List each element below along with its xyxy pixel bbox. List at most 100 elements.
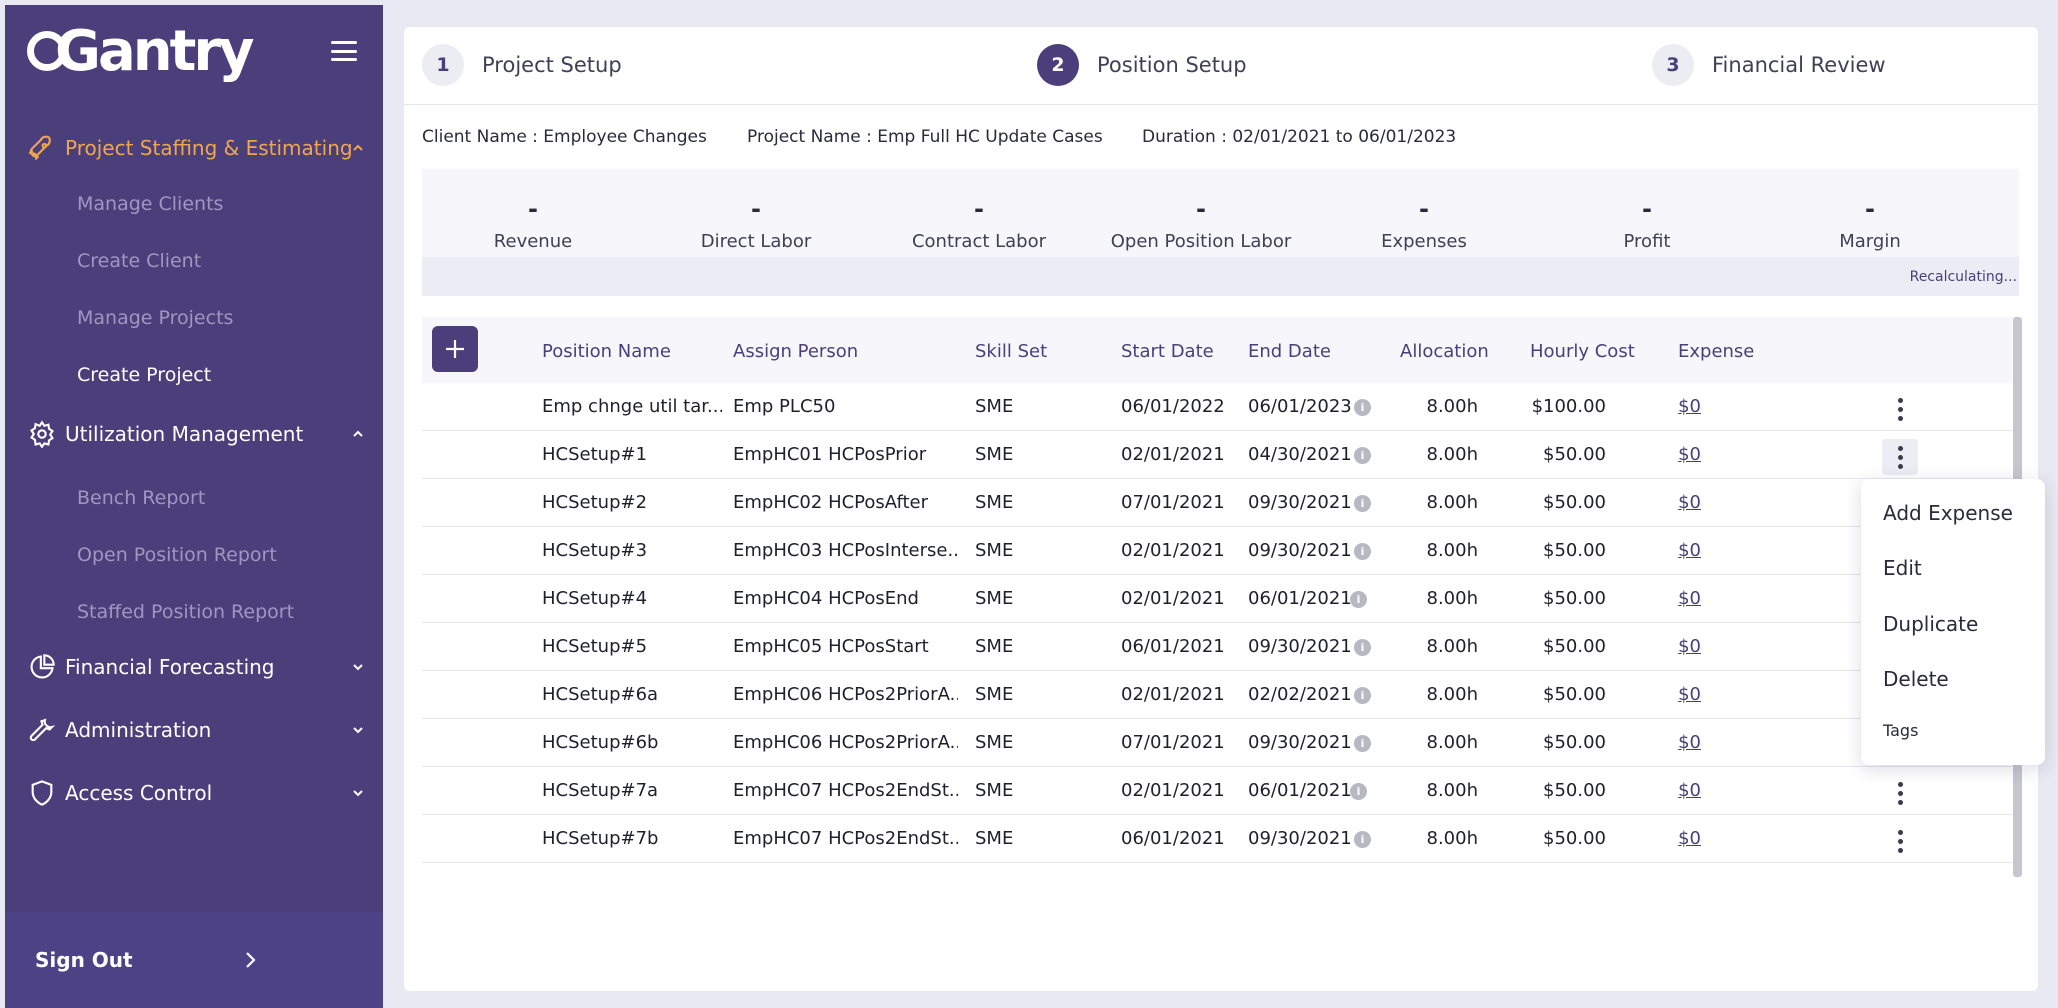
info-icon[interactable]: i	[1354, 543, 1371, 560]
info-icon[interactable]: i	[1354, 399, 1371, 416]
info-icon[interactable]: i	[1350, 783, 1367, 800]
cell-person: EmpHC02 HCPosAfter	[733, 492, 928, 513]
table-row[interactable]: HCSetup#7b EmpHC07 HCPos2EndSt... SME 06/01…	[422, 815, 2012, 863]
nav-section-financial-forecasting[interactable]: Financial Forecasting	[5, 642, 383, 692]
info-icon[interactable]: i	[1354, 495, 1371, 512]
cell-position: HCSetup#4	[542, 588, 648, 609]
row-actions-icon[interactable]	[1882, 391, 1918, 427]
nav-section-utilization[interactable]: Utilization Management	[5, 409, 383, 459]
cell-allocation: 8.00h	[1426, 732, 1479, 753]
sidebar-item-manage-clients[interactable]: Manage Clients	[77, 193, 223, 215]
cell-end: 06/01/2021	[1248, 780, 1352, 801]
menu-item-tags[interactable]: Tags	[1883, 721, 1918, 740]
column-header[interactable]: Expense	[1678, 341, 1754, 362]
sidebar-item-staffed-position-report[interactable]: Staffed Position Report	[77, 601, 294, 623]
menu-item-add-expense[interactable]: Add Expense	[1883, 501, 2013, 525]
financial-summary: - Revenue - Direct Labor - Contract Labo…	[422, 169, 2019, 296]
cell-person: EmpHC04 HCPosEnd	[733, 588, 919, 609]
expense-link[interactable]: $0	[1632, 636, 1701, 657]
metric-revenue: - Revenue	[422, 197, 644, 252]
column-header[interactable]: Start Date	[1121, 341, 1214, 362]
info-icon[interactable]: i	[1354, 447, 1371, 464]
chevron-down-icon	[353, 790, 363, 797]
column-header[interactable]: Position Name	[542, 341, 671, 362]
table-row[interactable]: HCSetup#1 EmpHC01 HCPosPrior SME 02/01/2021…	[422, 431, 2012, 479]
metric-label: Direct Labor	[700, 231, 812, 252]
cell-start: 02/01/2021	[1121, 684, 1225, 705]
table-row[interactable]: HCSetup#2 EmpHC02 HCPosAfter SME 07/01/2021…	[422, 479, 2012, 527]
info-icon[interactable]: i	[1354, 831, 1371, 848]
cell-position: HCSetup#2	[542, 492, 648, 513]
expense-link[interactable]: $0	[1632, 780, 1701, 801]
nav-section-project-staffing[interactable]: Project Staffing & Estimating	[5, 123, 383, 173]
expense-link[interactable]: $0	[1632, 444, 1701, 465]
step-number: 1	[422, 44, 464, 86]
cell-end: 06/01/2021	[1248, 588, 1352, 609]
menu-item-edit[interactable]: Edit	[1883, 556, 1922, 580]
column-header[interactable]: Skill Set	[975, 341, 1047, 362]
cell-hourly-cost: $50.00	[1543, 684, 1606, 705]
row-actions-icon[interactable]	[1882, 439, 1918, 475]
step-financial-review[interactable]: 3 Financial Review	[1652, 44, 1886, 86]
cell-end: 09/30/2021	[1248, 636, 1352, 657]
nav-section-administration[interactable]: Administration	[5, 705, 383, 755]
column-header[interactable]: Assign Person	[733, 341, 858, 362]
column-header[interactable]: Allocation	[1400, 341, 1489, 362]
info-icon[interactable]: i	[1354, 687, 1371, 704]
cell-end: 09/30/2021	[1248, 732, 1352, 753]
chevron-down-icon	[353, 664, 363, 671]
cell-allocation: 8.00h	[1426, 828, 1479, 849]
cell-position: HCSetup#5	[542, 636, 648, 657]
menu-item-duplicate[interactable]: Duplicate	[1883, 612, 1978, 636]
pie-chart-icon	[27, 652, 57, 682]
table-row[interactable]: HCSetup#5 EmpHC05 HCPosStart SME 06/01/2021…	[422, 623, 2012, 671]
cell-skill: SME	[975, 444, 1014, 465]
cell-position: HCSetup#7a	[542, 780, 659, 801]
step-project-setup[interactable]: 1 Project Setup	[422, 44, 622, 86]
row-actions-icon[interactable]	[1882, 775, 1918, 811]
expense-link[interactable]: $0	[1632, 588, 1701, 609]
project-duration: Duration : 02/01/2021 to 06/01/2023	[1142, 127, 1457, 147]
expense-link[interactable]: $0	[1632, 492, 1701, 513]
table-row[interactable]: HCSetup#6b EmpHC06 HCPos2PriorA... SME 07/0…	[422, 719, 2012, 767]
expense-link[interactable]: $0	[1632, 828, 1701, 849]
table-row[interactable]: Emp chnge util tar... Emp PLC50 SME 06/01/2…	[422, 383, 2012, 431]
info-icon[interactable]: i	[1354, 639, 1371, 656]
sidebar-item-create-client[interactable]: Create Client	[77, 250, 201, 272]
expense-link[interactable]: $0	[1632, 732, 1701, 753]
project-name: Project Name : Emp Full HC Update Cases	[747, 127, 1103, 147]
row-actions-icon[interactable]	[1882, 823, 1918, 859]
sidebar-item-create-project[interactable]: Create Project	[77, 364, 211, 386]
sign-out-button[interactable]: Sign Out	[5, 912, 383, 1008]
sidebar-item-open-position-report[interactable]: Open Position Report	[77, 544, 277, 566]
nav-section-access-control[interactable]: Access Control	[5, 768, 383, 818]
cell-allocation: 8.00h	[1426, 492, 1479, 513]
expense-link[interactable]: $0	[1632, 684, 1701, 705]
add-position-button[interactable]	[432, 326, 478, 372]
cell-allocation: 8.00h	[1426, 684, 1479, 705]
step-label: Project Setup	[482, 53, 622, 77]
expense-link[interactable]: $0	[1632, 396, 1701, 417]
step-position-setup[interactable]: 2 Position Setup	[1037, 44, 1247, 86]
column-header[interactable]: Hourly Cost	[1530, 341, 1635, 362]
table-row[interactable]: HCSetup#4 EmpHC04 HCPosEnd SME 02/01/2021 06…	[422, 575, 2012, 623]
cell-hourly-cost: $50.00	[1543, 828, 1606, 849]
gantry-logo[interactable]: Gantry	[27, 19, 255, 84]
cell-skill: SME	[975, 588, 1014, 609]
cell-position: HCSetup#6a	[542, 684, 659, 705]
cell-position: HCSetup#3	[542, 540, 648, 561]
metric-margin: - Margin	[1759, 197, 1981, 252]
cell-start: 06/01/2021	[1121, 636, 1225, 657]
table-row[interactable]: HCSetup#3 EmpHC03 HCPosInterse... SME 02/01…	[422, 527, 2012, 575]
column-header[interactable]: End Date	[1248, 341, 1331, 362]
table-row[interactable]: HCSetup#7a EmpHC07 HCPos2EndSt... SME 02/01…	[422, 767, 2012, 815]
menu-item-delete[interactable]: Delete	[1883, 667, 1949, 691]
sidebar-item-bench-report[interactable]: Bench Report	[77, 487, 205, 509]
info-icon[interactable]: i	[1354, 735, 1371, 752]
cell-person: EmpHC05 HCPosStart	[733, 636, 929, 657]
info-icon[interactable]: i	[1350, 591, 1367, 608]
table-row[interactable]: HCSetup#6a EmpHC06 HCPos2PriorA... SME 02/0…	[422, 671, 2012, 719]
sidebar-item-manage-projects[interactable]: Manage Projects	[77, 307, 233, 329]
expense-link[interactable]: $0	[1632, 540, 1701, 561]
menu-toggle-icon[interactable]	[331, 41, 357, 61]
